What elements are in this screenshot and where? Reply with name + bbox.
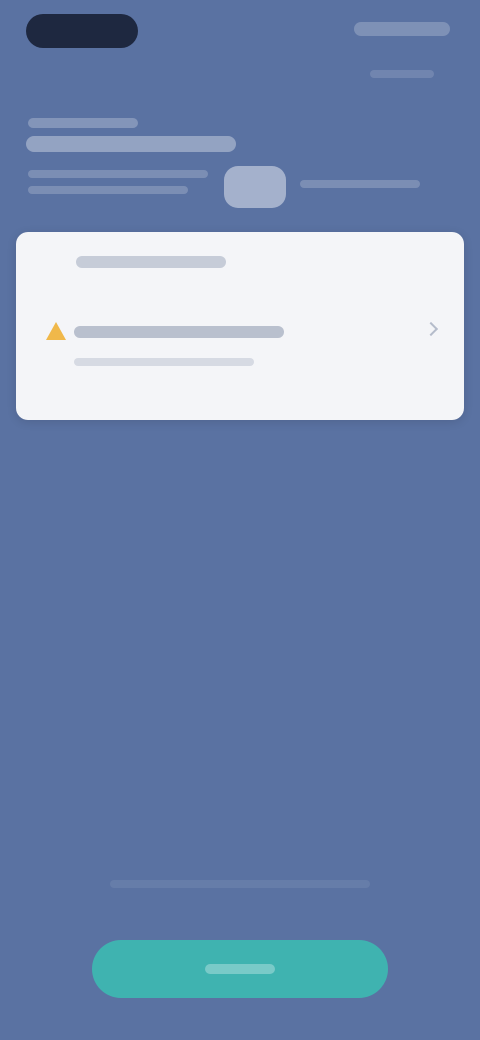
chevron-right-icon: [423, 321, 439, 337]
main-card: [16, 232, 464, 420]
primary-action-label: [205, 964, 275, 974]
header-eyebrow: [28, 118, 138, 128]
card-title: [76, 256, 226, 268]
footer-hint: [110, 880, 370, 888]
page-title: [26, 136, 236, 152]
card-subtext: [74, 358, 254, 366]
info-line-1: [28, 170, 208, 178]
info-line-3: [300, 180, 420, 188]
info-line-2: [28, 186, 188, 194]
primary-action-button[interactable]: [92, 940, 388, 998]
info-row: [28, 166, 448, 210]
warning-row[interactable]: [46, 321, 439, 346]
warning-icon: [46, 322, 66, 340]
status-sub: [370, 70, 434, 78]
info-chip[interactable]: [224, 166, 286, 208]
status-time-pill: [26, 14, 138, 48]
status-indicators: [354, 22, 450, 36]
warning-text: [74, 326, 284, 338]
